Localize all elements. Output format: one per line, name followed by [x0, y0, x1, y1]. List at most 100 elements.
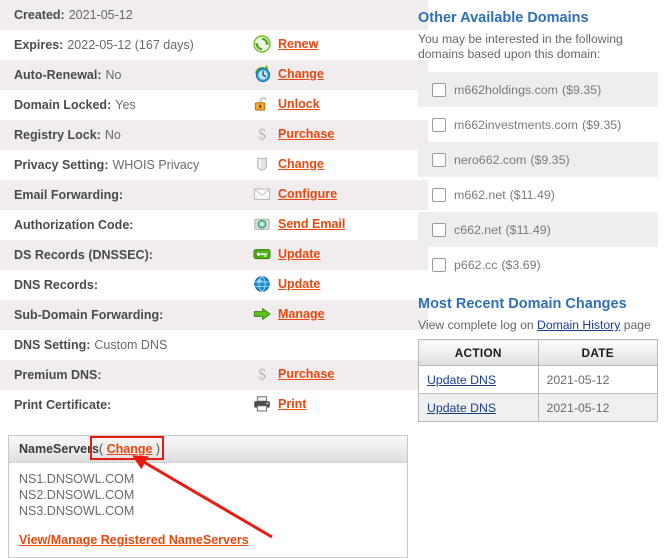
domain-info-label-cell: Authorization Code:	[0, 210, 195, 240]
domain-info-value: No	[104, 128, 121, 142]
domain-info-action-cell: Renew	[195, 30, 428, 60]
nameservers-paren-open: (	[98, 442, 104, 456]
available-domain-row[interactable]: m662holdings.com ($9.35)	[418, 72, 658, 107]
domain-info-row: Email Forwarding: Configure	[0, 180, 428, 210]
domain-info-label: Auto-Renewal:	[14, 68, 102, 82]
update-dns-link[interactable]: Update DNS	[427, 401, 496, 415]
domain-info-label: Authorization Code:	[14, 218, 134, 232]
action-link[interactable]: Purchase	[278, 367, 334, 381]
action-link[interactable]: Print	[278, 397, 306, 411]
recent-changes-sub-prefix: View complete log on	[418, 318, 538, 332]
domain-management-page: Created: 2021-05-12 Expires: 2022-05-12 (16…	[0, 0, 666, 558]
shield-privacy-icon	[253, 155, 271, 173]
green-arrow-right-icon	[253, 305, 271, 323]
action-link[interactable]: Change	[278, 157, 324, 171]
domain-info-row: Print Certificate: Print	[0, 390, 428, 420]
update-dns-link[interactable]: Update DNS	[427, 373, 496, 387]
open-padlock-icon	[253, 95, 271, 113]
available-domain-row[interactable]: p662.cc ($3.69)	[418, 247, 658, 282]
available-domain-row[interactable]: c662.net ($11.49)	[418, 212, 658, 247]
recent-changes-section: Most Recent Domain Changes View complete…	[418, 296, 666, 422]
domain-info-label-cell: Email Forwarding:	[0, 180, 195, 210]
action-link[interactable]: Change	[278, 67, 324, 81]
domain-info-row: Premium DNS: $ Purchase	[0, 360, 428, 390]
nameservers-paren-close: )	[155, 442, 161, 456]
domain-info-label: Sub-Domain Forwarding:	[14, 308, 164, 322]
action-link[interactable]: Renew	[278, 37, 318, 51]
action-link[interactable]: Send Email	[278, 217, 345, 231]
domain-info-label: DS Records (DNSSEC):	[14, 248, 153, 262]
domain-info-label-cell: Print Certificate:	[0, 390, 195, 420]
domain-checkbox[interactable]	[432, 222, 446, 237]
recent-changes-row: Update DNS 2021-05-12	[418, 365, 658, 394]
domain-info-value: No	[105, 68, 122, 82]
domain-checkbox[interactable]	[432, 152, 446, 167]
domain-price-label: ($9.35)	[530, 152, 570, 167]
domain-info-label-cell: Domain Locked: Yes	[0, 90, 195, 120]
domain-info-label-cell: Auto-Renewal: No	[0, 60, 195, 90]
action-link[interactable]: Update	[278, 277, 320, 291]
domain-info-label-cell: Privacy Setting: WHOIS Privacy	[0, 150, 199, 180]
renew-circular-arrows-icon	[253, 34, 271, 53]
domain-info-action-cell: Send Email	[195, 210, 428, 240]
nameservers-body: NS1.DNSOWL.COM NS2.DNSOWL.COM NS3.DNSOWL.C…	[9, 463, 407, 557]
domain-info-row: Expires: 2022-05-12 (167 days) Renew	[0, 30, 428, 60]
domain-info-label-cell: DNS Setting: Custom DNS	[0, 330, 195, 360]
domain-info-action-cell: Manage	[195, 300, 428, 330]
action-link[interactable]: Unlock	[278, 97, 320, 111]
domain-info-value: 2021-05-12	[68, 8, 133, 22]
domain-price-label: ($11.49)	[505, 222, 551, 237]
domain-info-value: 2022-05-12 (167 days)	[67, 38, 194, 52]
green-key-icon	[253, 245, 271, 263]
domain-price-label: ($11.49)	[509, 187, 555, 202]
domain-info-action-cell: $ Purchase	[195, 120, 428, 150]
dollar-sign-icon: $	[253, 365, 271, 382]
recent-change-action-cell: Update DNS	[418, 393, 539, 422]
domain-price-label: ($3.69)	[501, 257, 541, 272]
domain-info-action-cell: Update	[195, 270, 428, 300]
action-link[interactable]: Configure	[278, 187, 337, 201]
recent-changes-sub-suffix: page	[620, 318, 651, 332]
domain-info-value: Yes	[115, 98, 136, 112]
nameservers-header: NameServers( Change )	[9, 436, 407, 463]
domain-info-row: Registry Lock: No $ Purchase	[0, 120, 428, 150]
domain-checkbox[interactable]	[432, 187, 446, 202]
action-link[interactable]: Manage	[278, 307, 325, 321]
domain-name-label: m662holdings.com	[454, 82, 559, 97]
nameserver-entry: NS3.DNSOWL.COM	[19, 504, 135, 518]
domain-info-action-cell: Print	[195, 390, 428, 420]
view-manage-registered-nameservers-link[interactable]: View/Manage Registered NameServers	[19, 533, 249, 547]
domain-info-row: Sub-Domain Forwarding: Manage	[0, 300, 428, 330]
domain-info-label-cell: Sub-Domain Forwarding:	[0, 300, 195, 330]
domain-info-label-cell: Registry Lock: No	[0, 120, 195, 150]
domain-info-label: Domain Locked:	[14, 98, 112, 112]
domain-info-label: Print Certificate:	[14, 398, 112, 412]
action-link[interactable]: Purchase	[278, 127, 334, 141]
domain-name-label: m662investments.com	[454, 117, 578, 132]
nameserver-entry: NS2.DNSOWL.COM	[19, 488, 135, 502]
domain-info-row: Created: 2021-05-12	[0, 0, 428, 30]
domain-history-link[interactable]: Domain History	[537, 318, 620, 332]
other-available-domains-title: Other Available Domains	[418, 10, 589, 26]
envelope-icon	[253, 185, 271, 203]
domain-info-action-cell: Change	[195, 60, 428, 90]
domain-checkbox[interactable]	[432, 117, 446, 132]
domain-name-label: c662.net	[454, 222, 502, 237]
available-domain-row[interactable]: m662investments.com ($9.35)	[418, 107, 658, 142]
domain-checkbox[interactable]	[432, 82, 446, 97]
action-link[interactable]: Update	[278, 247, 320, 261]
domain-info-action-cell	[195, 0, 428, 30]
domain-checkbox[interactable]	[432, 257, 446, 272]
domain-info-label: DNS Records:	[14, 278, 99, 292]
domain-info-action-cell: Update	[195, 240, 428, 270]
available-domain-row[interactable]: nero662.com ($9.35)	[418, 142, 658, 177]
domain-info-table: Created: 2021-05-12 Expires: 2022-05-12 (16…	[0, 0, 428, 420]
domain-info-action-cell: Unlock	[195, 90, 428, 120]
nameservers-change-link[interactable]: Change	[107, 442, 153, 456]
domain-info-label-cell: Premium DNS:	[0, 360, 195, 390]
domain-info-row: DNS Records: Update	[0, 270, 428, 300]
available-domain-row[interactable]: m662.net ($11.49)	[418, 177, 658, 212]
recent-changes-header-row: ACTION DATE	[418, 339, 658, 366]
domain-info-row: DS Records (DNSSEC): Update	[0, 240, 428, 270]
domain-info-label: Email Forwarding:	[14, 188, 124, 202]
